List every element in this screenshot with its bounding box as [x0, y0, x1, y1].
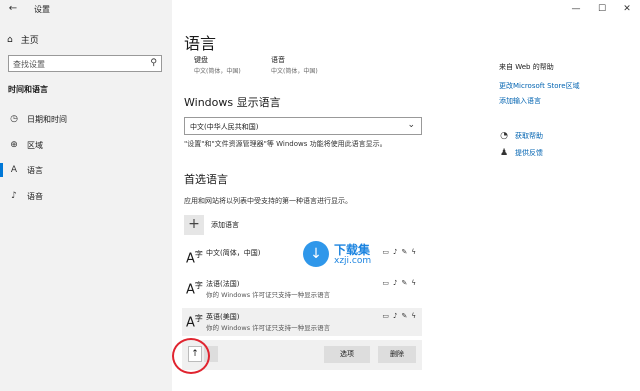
microphone-icon: ♪	[393, 279, 398, 287]
options-button[interactable]: 选项	[324, 346, 370, 363]
display-language-description: "设置"和"文件资源管理器"等 Windows 功能将使用此语言显示。	[184, 140, 387, 148]
home-label: 主页	[20, 36, 39, 46]
search-icon[interactable]: ⚲	[150, 58, 157, 68]
feedback-person-icon: ♟	[499, 148, 509, 158]
preferred-languages-heading: 首选语言	[184, 173, 228, 186]
language-item-french[interactable]: A字 法语(法国) 你的 Windows 许可证只支持一种显示语言 ▭ ♪ ✎ ϟ	[182, 275, 422, 303]
sidebar-item-label: 日期和时间	[27, 114, 67, 124]
speech-icon: ϟ	[411, 312, 416, 320]
language-note: 你的 Windows 许可证只支持一种显示语言	[206, 291, 331, 299]
help-chat-icon: ◔	[500, 131, 508, 141]
get-help-label: 获取帮助	[515, 132, 543, 140]
sidebar-item-speech[interactable]: ♪ 语音	[0, 186, 172, 206]
annotation-circle	[172, 338, 210, 374]
keyboard-info[interactable]: 键盘 中文(简体，中国)	[194, 55, 241, 75]
language-glyph-icon: A字	[186, 314, 203, 331]
home-nav-item[interactable]: ⌂ 主页	[7, 33, 39, 47]
minimize-button[interactable]: —	[566, 2, 586, 16]
get-help-link[interactable]: ◔ 获取帮助	[499, 131, 543, 141]
search-placeholder: 查找设置	[13, 60, 45, 69]
microphone-icon: ♪	[11, 191, 17, 201]
handwriting-icon: ✎	[401, 312, 408, 320]
calendar-clock-icon: ◷	[10, 114, 18, 124]
sidebar-item-label: 语音	[27, 191, 43, 201]
close-button[interactable]: ✕	[617, 2, 637, 16]
display-icon: ▭	[382, 279, 390, 287]
add-language-button[interactable]: + 添加语言	[184, 215, 239, 235]
language-features: ▭ ♪ ✎ ϟ	[382, 279, 416, 287]
remove-button[interactable]: 删除	[378, 346, 416, 363]
display-language-value: 中文(中华人民共和国)	[190, 123, 259, 131]
page-title: 语言	[184, 34, 217, 53]
sidebar-item-label: 语言	[27, 165, 43, 175]
help-heading: 来自 Web 的帮助	[499, 63, 554, 71]
preferred-languages-description: 应用和网站将以列表中受支持的第一种语言进行显示。	[184, 197, 352, 205]
language-glyph-icon: A字	[186, 281, 203, 298]
speech-value: 中文(简体，中国)	[271, 68, 318, 75]
add-input-language-link[interactable]: 添加输入语言	[499, 96, 541, 106]
display-language-dropdown[interactable]: 中文(中华人民共和国) ⌄	[184, 117, 422, 135]
watermark-logo-icon: ↓	[303, 241, 329, 267]
maximize-button[interactable]: ☐	[592, 2, 612, 16]
language-item-english[interactable]: A字 英语(美国) 你的 Windows 许可证只支持一种显示语言 ▭ ♪ ✎ ϟ	[182, 308, 422, 336]
handwriting-icon: ✎	[401, 248, 408, 256]
speech-label: 语音	[271, 56, 285, 64]
watermark-domain: xzji.com	[334, 256, 372, 266]
language-glyph-icon: A字	[186, 250, 203, 267]
section-heading: 时间和语言	[8, 85, 48, 94]
display-language-heading: Windows 显示语言	[184, 96, 281, 109]
search-box[interactable]: 查找设置 ⚲	[8, 55, 162, 72]
sidebar-item-label: 区域	[27, 140, 43, 150]
language-name: 英语(美国)	[206, 313, 240, 321]
display-icon: ▭	[382, 312, 390, 320]
language-note: 你的 Windows 许可证只支持一种显示语言	[206, 324, 331, 332]
home-icon: ⌂	[7, 34, 13, 45]
keyboard-label: 键盘	[194, 56, 208, 64]
title-bar: ← 设置 — ☐ ✕	[0, 0, 640, 18]
keyboard-value: 中文(简体，中国)	[194, 68, 241, 75]
sidebar-item-date-time[interactable]: ◷ 日期和时间	[0, 109, 172, 129]
speech-info[interactable]: 语音 中文(简体，中国)	[271, 55, 318, 75]
back-button[interactable]: ←	[6, 3, 20, 15]
chevron-down-icon: ⌄	[407, 120, 415, 130]
handwriting-icon: ✎	[401, 279, 408, 287]
add-language-label: 添加语言	[211, 221, 239, 229]
language-name: 法语(法国)	[206, 280, 240, 288]
language-actions-bar: ↑ 选项 删除	[182, 340, 422, 370]
speech-icon: ϟ	[411, 279, 416, 287]
feedback-label: 提供反馈	[515, 149, 543, 157]
language-icon: A	[10, 165, 18, 175]
globe-icon: ⊕	[10, 140, 18, 150]
speech-icon: ϟ	[411, 248, 416, 256]
watermark: ↓ 下载集 xzji.com	[303, 238, 399, 270]
language-name: 中文(简体，中国)	[206, 249, 261, 257]
feedback-link[interactable]: ♟ 提供反馈	[499, 148, 543, 158]
sidebar: ⌂ 主页 查找设置 ⚲ 时间和语言 ◷ 日期和时间 ⊕ 区域 A 语言 ♪ 语音	[0, 0, 172, 391]
sidebar-item-language[interactable]: A 语言	[0, 160, 172, 180]
window-title: 设置	[34, 5, 50, 14]
plus-icon: +	[184, 215, 204, 235]
change-store-region-link[interactable]: 更改Microsoft Store区域	[499, 81, 580, 91]
main-content: 语言 键盘 中文(简体，中国) 语音 中文(简体，中国) Windows 显示语…	[172, 0, 640, 391]
language-features: ▭ ♪ ✎ ϟ	[382, 312, 416, 320]
sidebar-item-region[interactable]: ⊕ 区域	[0, 135, 172, 155]
microphone-icon: ♪	[393, 312, 398, 320]
